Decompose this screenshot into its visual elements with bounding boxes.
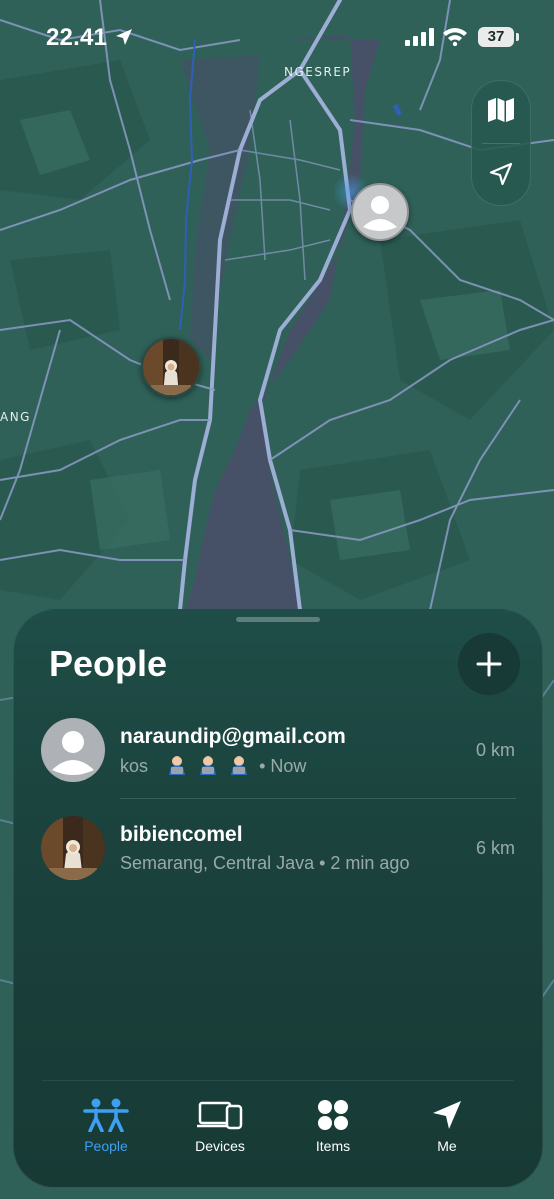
tab-label: Me [437, 1138, 457, 1154]
person-subtitle: kos • Now [120, 755, 306, 777]
plus-icon [476, 651, 502, 677]
person-pin-photo[interactable] [141, 337, 201, 397]
sheet-grabber[interactable] [236, 617, 320, 622]
person-row[interactable]: bibiencomel Semarang, Central Java • 2 m… [14, 806, 542, 898]
map-controls-divider [482, 143, 520, 144]
location-arrow-icon [489, 162, 513, 186]
avatar [41, 816, 105, 880]
people-icon [83, 1098, 129, 1132]
profile-photo [143, 339, 199, 395]
tab-label: People [84, 1138, 128, 1154]
tab-me[interactable]: Me [397, 1098, 497, 1158]
map-label-ang: ANG [0, 410, 31, 424]
row-divider [120, 798, 516, 799]
add-person-button[interactable] [458, 633, 520, 695]
person-distance: 6 km [475, 838, 515, 858]
status-time: 22.41 [46, 24, 108, 51]
devices-icon [197, 1101, 243, 1130]
person-location-label: kos [120, 756, 149, 776]
map-mode-button[interactable] [472, 81, 530, 139]
battery-tip [516, 33, 519, 41]
person-pin-default[interactable] [351, 183, 409, 241]
map-controls [471, 80, 531, 206]
technologist-emoji-icon [169, 756, 186, 775]
people-sheet: People naraundip@gmail.com kos • Now 0 k… [13, 609, 543, 1188]
profile-photo [41, 816, 105, 880]
person-updated-time: • Now [259, 756, 307, 776]
technologist-emoji-icon [231, 756, 248, 775]
tab-items[interactable]: Items [283, 1098, 383, 1158]
person-name: naraundip@gmail.com [120, 725, 346, 748]
person-name: bibiencomel [120, 823, 243, 846]
avatar [41, 718, 105, 782]
track-location-button[interactable] [472, 145, 530, 203]
tab-bar-divider [42, 1080, 514, 1081]
location-arrow-icon [433, 1101, 461, 1129]
map-label-ngesrep: NGESREP [284, 65, 352, 79]
person-subtitle: Semarang, Central Java • 2 min ago [120, 853, 410, 873]
person-silhouette-icon [363, 196, 397, 231]
status-bar: 22.41 37 [0, 0, 554, 70]
tab-label: Devices [195, 1138, 245, 1154]
battery-indicator: 37 [478, 27, 514, 47]
person-row[interactable]: naraundip@gmail.com kos • Now 0 km [14, 708, 542, 800]
tab-devices[interactable]: Devices [170, 1098, 270, 1158]
sheet-title: People [49, 643, 168, 684]
technologist-emoji-icon [200, 756, 217, 775]
person-distance: 0 km [475, 740, 515, 760]
tab-people[interactable]: People [56, 1098, 156, 1158]
items-icon [318, 1100, 348, 1130]
person-silhouette-icon [52, 731, 94, 775]
wifi-icon [443, 28, 467, 46]
tab-label: Items [315, 1138, 351, 1154]
map-icon [488, 98, 514, 122]
location-services-icon [116, 29, 132, 45]
cellular-signal-icon [405, 28, 434, 46]
